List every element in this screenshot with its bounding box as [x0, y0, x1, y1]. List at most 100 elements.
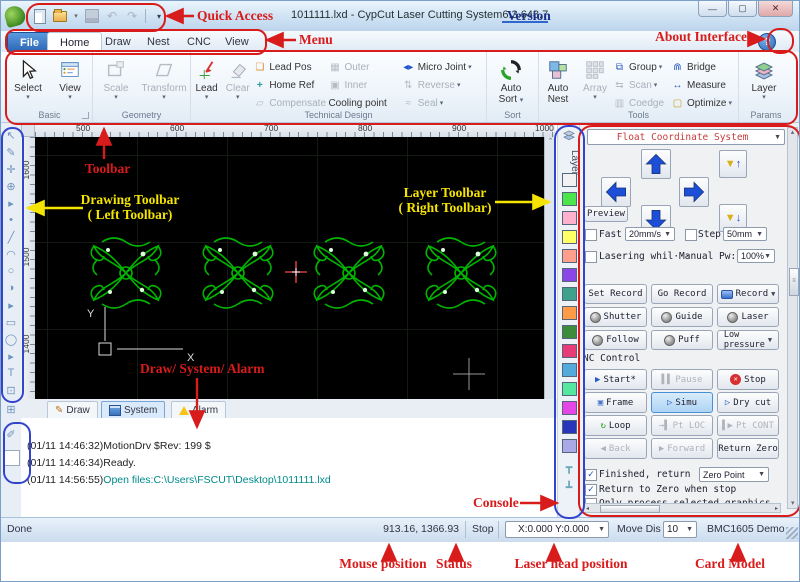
layer-swatch-6[interactable]: [562, 268, 577, 282]
layer-button[interactable]: Layer ▾: [739, 54, 789, 101]
nozzle-up-button[interactable]: ▼↑: [719, 150, 747, 178]
layer-swatch-5[interactable]: [562, 249, 577, 263]
tab-draw[interactable]: ✎ Draw: [47, 401, 98, 418]
zero-point-select[interactable]: Zero Point ▼: [699, 467, 769, 482]
nc-return-zero-button[interactable]: Return Zero: [717, 438, 779, 459]
frame-tool-icon[interactable]: ⊞: [1, 403, 21, 416]
node-edit-tool-icon[interactable]: ✎: [1, 146, 21, 159]
scrollbar-thumb[interactable]: ≡: [789, 268, 799, 296]
maximize-button[interactable]: ▢: [728, 1, 757, 17]
text-tool-icon[interactable]: T: [1, 367, 21, 379]
jog-left-button[interactable]: [601, 177, 631, 207]
record-follow-button[interactable]: Follow: [584, 330, 647, 350]
scale-button[interactable]: Scale ▾: [93, 54, 139, 101]
micro-joint-button[interactable]: ◂▸ Micro Joint ▾: [402, 58, 486, 76]
arc-tool-icon[interactable]: ◠: [1, 248, 21, 261]
save-file-icon[interactable]: [85, 9, 99, 23]
inner-button[interactable]: ▣ Inner: [328, 76, 401, 94]
about-help-button[interactable]: ?: [758, 33, 776, 51]
rect-tool-icon[interactable]: ▭: [1, 316, 21, 329]
nc-forward-button[interactable]: ▶ Forward: [651, 438, 713, 459]
layer-tool-top-icon[interactable]: ┳: [558, 461, 580, 474]
layer-swatch-13[interactable]: [562, 401, 577, 415]
layer-swatch-4[interactable]: [562, 230, 577, 244]
layer-swatch-12[interactable]: [562, 382, 577, 396]
pan-tool-icon[interactable]: ✛: [1, 163, 21, 176]
flyout-arrow-2-icon[interactable]: ▸: [1, 299, 21, 312]
layer-swatch-10[interactable]: [562, 344, 577, 358]
move-dis-select[interactable]: 10 ▼: [663, 521, 697, 538]
nc-pause-button[interactable]: ▌▌ Pause: [651, 369, 713, 390]
customize-toolbar-icon[interactable]: ▾: [152, 9, 166, 23]
record-low-pressure-button[interactable]: Low pressure ▼: [717, 330, 779, 350]
drawing-canvas[interactable]: Y X: [35, 137, 544, 399]
check-0[interactable]: ✓: [585, 469, 597, 481]
fast-checkbox[interactable]: [585, 229, 597, 241]
nc-frame-button[interactable]: ▣ Frame: [584, 392, 647, 413]
scrollbar-thumb-h[interactable]: [600, 505, 660, 513]
transform-button[interactable]: Transform ▾: [139, 54, 189, 101]
nc-start--button[interactable]: ▶ Start*: [584, 369, 647, 390]
flyout-arrow-3-icon[interactable]: ▸: [1, 350, 21, 363]
select-button[interactable]: Select ▾: [7, 54, 49, 101]
layer-swatch-11[interactable]: [562, 363, 577, 377]
clear-button[interactable]: Clear ▾: [222, 54, 253, 101]
circle-tool-icon[interactable]: ○: [1, 265, 21, 277]
layer-swatch-8[interactable]: [562, 306, 577, 320]
tab-system[interactable]: System: [101, 401, 166, 418]
close-button[interactable]: ✕: [758, 1, 793, 17]
group-button[interactable]: ⧉ Group ▾: [613, 58, 671, 76]
record-go-record-button[interactable]: Go Record: [651, 284, 713, 304]
lead-button[interactable]: Lead ▾: [191, 54, 222, 101]
nc-dry-cut-button[interactable]: ▷ Dry cut: [717, 392, 779, 413]
ellipse-tool-icon[interactable]: ◯: [1, 333, 21, 346]
home-ref-button[interactable]: + Home Ref: [253, 76, 328, 94]
nc-simu-button[interactable]: ▷ Simu: [651, 392, 713, 413]
record-puff-button[interactable]: Puff: [651, 330, 713, 350]
nc-back-button[interactable]: ◀ Back: [584, 438, 647, 459]
preview-button[interactable]: Preview: [584, 206, 628, 222]
auto-sort-button[interactable]: Auto Sort ▾: [487, 54, 535, 106]
layer-swatch-7[interactable]: [562, 287, 577, 301]
dialog-launcher-icon[interactable]: [82, 112, 89, 119]
record-set-record-button[interactable]: Set Record: [584, 284, 647, 304]
layer-tool-bottom-icon[interactable]: ┻: [558, 481, 580, 494]
layer-swatch-2[interactable]: [562, 192, 577, 206]
nc-pt-loc-button[interactable]: →▌ Pt LOC: [651, 415, 713, 436]
lead-pos-button[interactable]: ❏ Lead Pos: [253, 58, 328, 76]
tab-alarm[interactable]: Alarm: [171, 401, 227, 418]
undo-icon[interactable]: ↶: [105, 9, 119, 23]
grid-tool-icon[interactable]: ⊡: [1, 384, 21, 397]
manual-pw-select[interactable]: 100% ▼: [737, 249, 775, 263]
panel-vertical-scrollbar[interactable]: ▴ ≡ ▾: [787, 127, 799, 509]
nc-pt-cont-button[interactable]: ▌▶ Pt CONT: [717, 415, 779, 436]
menu-tab-view[interactable]: View: [213, 32, 261, 51]
layer-swatch-3[interactable]: [562, 211, 577, 225]
step-size-select[interactable]: 50mm ▼: [723, 227, 767, 241]
measure-button[interactable]: ↔ Measure: [671, 76, 737, 94]
view-button[interactable]: View ▾: [49, 54, 91, 101]
coordinate-system-select[interactable]: Float Coordinate System ▼: [587, 129, 785, 145]
new-file-icon[interactable]: [33, 8, 47, 24]
fast-speed-select[interactable]: 20mm/s ▼: [625, 227, 675, 241]
minimize-button[interactable]: —: [698, 1, 727, 17]
pen-tool-icon[interactable]: ✐: [1, 428, 21, 441]
open-file-icon[interactable]: [53, 8, 67, 23]
pie-tool-icon[interactable]: ◑: [1, 282, 21, 294]
menu-tab-file[interactable]: File: [7, 32, 52, 53]
nc-stop-button[interactable]: ✕ Stop: [717, 369, 779, 390]
layer-swatch-15[interactable]: [562, 439, 577, 453]
flyout-arrow-1-icon[interactable]: ▸: [1, 197, 21, 210]
jog-up-button[interactable]: [641, 149, 671, 179]
step-checkbox[interactable]: [685, 229, 697, 241]
array-button[interactable]: Array ▾: [577, 54, 613, 101]
scan-button[interactable]: ⇆ Scan ▾: [613, 76, 671, 94]
zoom-tool-icon[interactable]: ⊕: [1, 180, 21, 193]
canvas-vertical-scrollbar[interactable]: ⌃: [544, 137, 556, 399]
laser-head-position-select[interactable]: X:0.000 Y:0.000 ▼: [505, 521, 609, 538]
layer-swatch-9[interactable]: [562, 325, 577, 339]
layer-swatch-14[interactable]: [562, 420, 577, 434]
nc-loop-button[interactable]: ↻ Loop: [584, 415, 647, 436]
resize-grip[interactable]: [786, 527, 798, 539]
blank-tool[interactable]: [4, 450, 20, 466]
